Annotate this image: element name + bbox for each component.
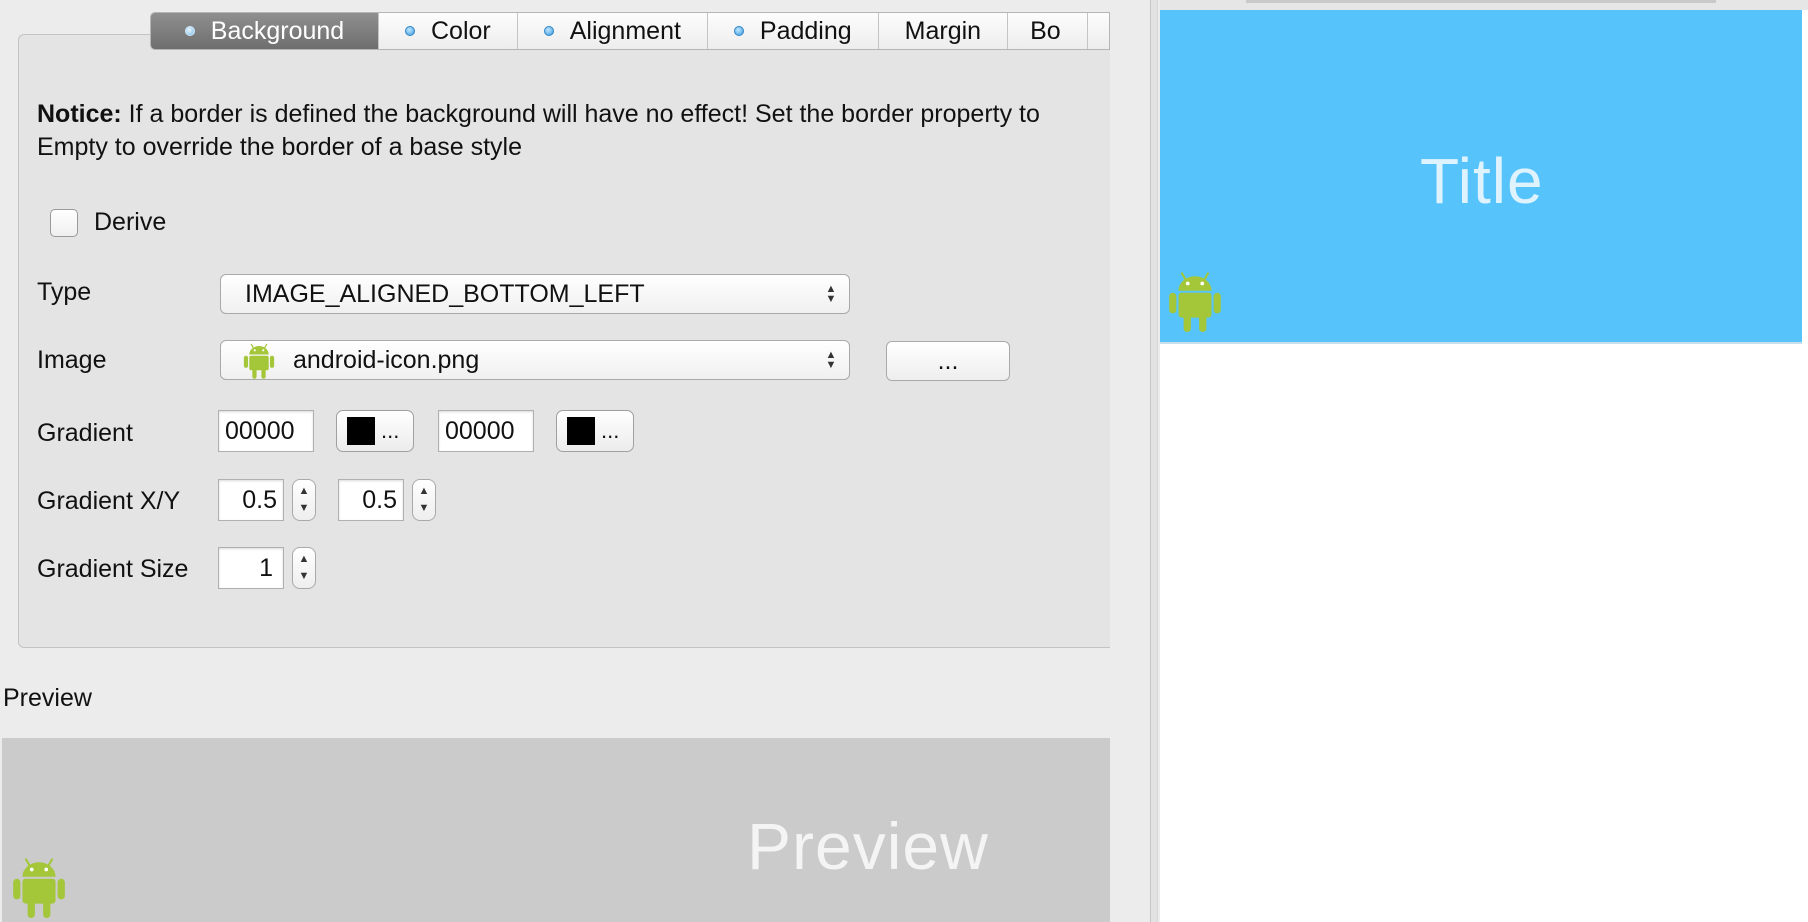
derive-row: Derive	[50, 208, 166, 237]
gradient-xy-label: Gradient X/Y	[37, 487, 181, 515]
tab-dot-icon	[733, 26, 744, 36]
gradient-size-label: Gradient Size	[37, 555, 189, 583]
derive-checkbox[interactable]	[50, 208, 78, 237]
color-swatch	[567, 417, 595, 445]
tab-border[interactable]: Bo	[1008, 13, 1088, 49]
title-component[interactable]: Title	[1160, 10, 1802, 344]
tab-dot-icon	[405, 26, 415, 36]
gradient-label: Gradient	[37, 419, 133, 447]
gradient-size-spinner-icon[interactable]: ▲ ▼	[292, 547, 316, 589]
gradient-start-color-button[interactable]: ...	[336, 410, 414, 452]
tab-label: Color	[431, 16, 491, 45]
type-select[interactable]: IMAGE_ALIGNED_BOTTOM_LEFT ▲ ▼	[220, 274, 850, 314]
preview-text: Preview	[747, 809, 989, 883]
canvas-top-notch	[1246, 0, 1716, 3]
gradient-start-field[interactable]: 00000	[218, 410, 314, 452]
image-select[interactable]: android-icon.png ▲ ▼	[220, 340, 850, 380]
tab-label: Alignment	[569, 16, 681, 45]
color-button-label: ...	[381, 418, 400, 443]
gradient-y-field[interactable]: 0.5	[338, 479, 404, 521]
canvas-top-strip	[1160, 0, 1808, 10]
image-select-value: android-icon.png	[293, 345, 480, 374]
type-label: Type	[37, 278, 92, 306]
preview-heading: Preview	[3, 684, 92, 712]
tab-alignment[interactable]: Alignment	[518, 13, 708, 49]
android-icon	[243, 343, 275, 379]
color-swatch	[347, 417, 375, 445]
tab-label: Bo	[1030, 16, 1061, 45]
android-icon	[13, 858, 65, 919]
notice-bold: Notice:	[37, 100, 122, 128]
derive-label: Derive	[94, 208, 167, 236]
gradient-end-color-button[interactable]: ...	[556, 410, 634, 452]
notice-text: Notice: If a border is defined the backg…	[37, 98, 1067, 164]
tab-strip: Background Color Alignment Padding Margi…	[150, 12, 1110, 50]
tab-dot-icon	[184, 26, 195, 36]
notice-body: If a border is defined the background wi…	[37, 100, 1040, 161]
tab-margin[interactable]: Margin	[879, 13, 1009, 49]
tab-dot-icon	[543, 26, 554, 36]
tab-label: Padding	[759, 16, 852, 45]
tab-label: Margin	[904, 16, 982, 45]
gradient-x-spinner-icon[interactable]: ▲ ▼	[292, 479, 316, 521]
type-select-value: IMAGE_ALIGNED_BOTTOM_LEFT	[245, 279, 645, 308]
image-browse-button[interactable]: ...	[886, 341, 1010, 381]
style-editor-pane: Background Color Alignment Padding Margi…	[0, 0, 1110, 922]
gradient-y-spinner-icon[interactable]: ▲ ▼	[412, 479, 436, 521]
image-label: Image	[37, 346, 107, 374]
tab-label: Background	[210, 16, 345, 45]
select-arrows-icon: ▲ ▼	[825, 283, 837, 305]
tab-background[interactable]: Background	[151, 13, 379, 49]
title-text: Title	[1420, 145, 1544, 217]
gradient-x-field[interactable]: 0.5	[218, 479, 284, 521]
gradient-end-field[interactable]: 00000	[438, 410, 534, 452]
canvas-pane: Title	[1160, 0, 1808, 922]
tab-padding[interactable]: Padding	[708, 13, 879, 49]
android-icon	[1169, 272, 1221, 333]
tab-color[interactable]: Color	[379, 13, 518, 49]
preview-box: Preview	[2, 738, 1110, 922]
split-divider[interactable]	[1150, 0, 1158, 922]
gradient-size-field[interactable]: 1	[218, 547, 284, 589]
select-arrows-icon: ▲ ▼	[825, 349, 837, 371]
color-button-label: ...	[601, 418, 620, 443]
